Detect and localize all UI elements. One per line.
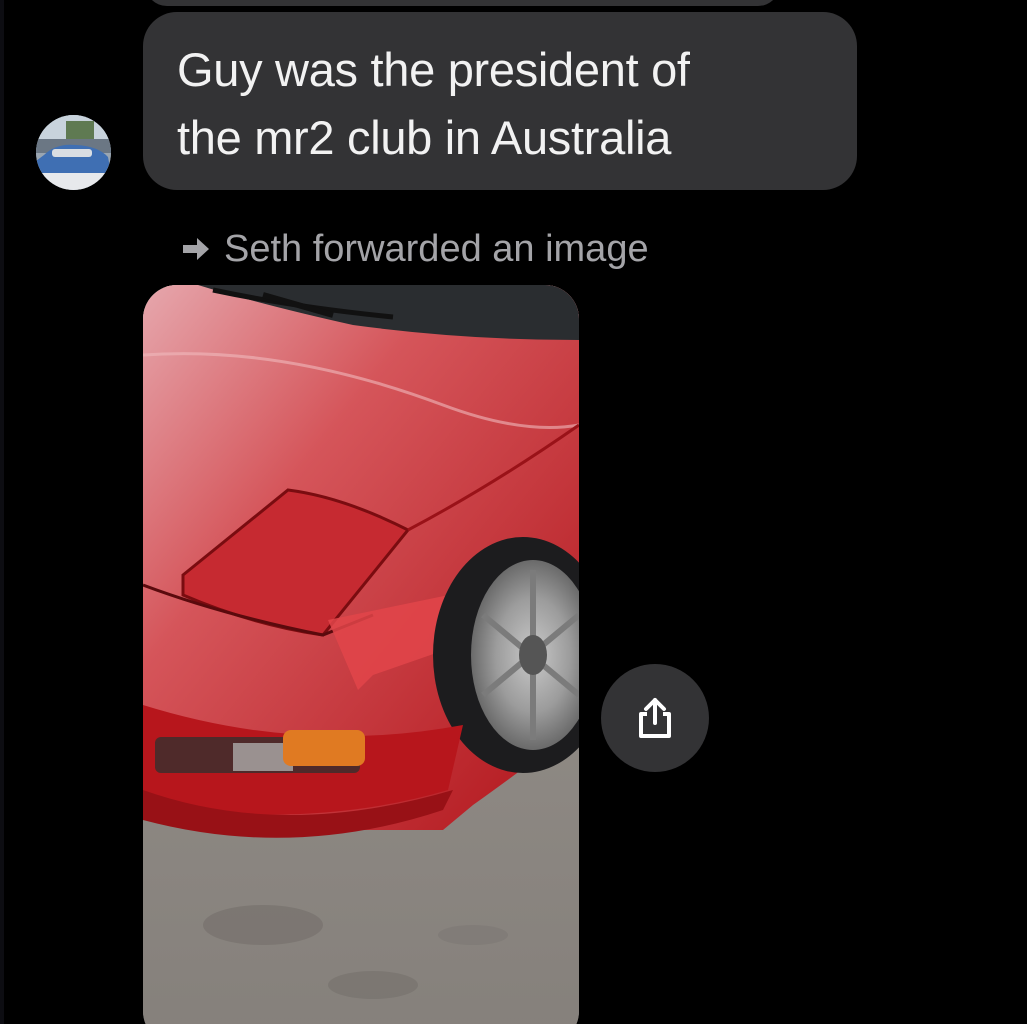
forwarded-image-label: Seth forwarded an image: [224, 227, 649, 270]
forward-arrow-icon: [183, 238, 209, 260]
car-photo: [143, 285, 579, 1024]
message-thread-screen: Guy was the president of the mr2 club in…: [0, 0, 1027, 1024]
forwarded-image[interactable]: [143, 285, 579, 1024]
screen-edge: [0, 0, 4, 1024]
avatar-photo: [36, 115, 111, 190]
received-message-bubble[interactable]: Guy was the president of the mr2 club in…: [143, 12, 857, 190]
message-text-line: the mr2 club in Australia: [177, 111, 672, 164]
contact-avatar[interactable]: [36, 115, 111, 190]
message-text-line: Guy was the president of: [177, 43, 690, 96]
share-image-button[interactable]: [601, 664, 709, 772]
previous-message-bubble[interactable]: [145, 0, 780, 6]
forwarded-image-note: Seth forwarded an image: [180, 224, 649, 274]
share-icon: [639, 698, 671, 738]
